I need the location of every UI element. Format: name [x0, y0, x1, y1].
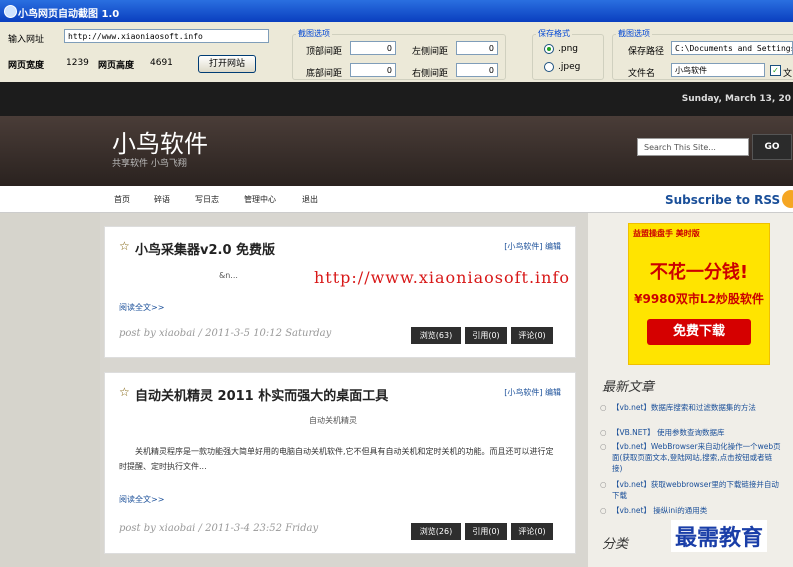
top-margin-input[interactable]: 0 [350, 41, 396, 55]
latest-article-link[interactable]: 【VB.NET】 使用参数查询数据库 [600, 427, 782, 438]
rss-link[interactable]: Subscribe to RSS [665, 193, 780, 207]
window-title-bar: 小鸟网页自动截图 1.0 [0, 0, 793, 22]
width-label: 网页宽度 [8, 61, 45, 71]
jpeg-radio[interactable] [544, 62, 554, 72]
date-bar: Sunday, March 13, 20 [0, 82, 793, 116]
star-icon: ☆ [119, 385, 130, 399]
rss-icon[interactable] [782, 190, 793, 208]
browse-count-button[interactable]: 浏览(26) [411, 523, 461, 540]
ad-download-button[interactable]: 免费下载 [647, 319, 751, 345]
site-nav: 首页 碎语 写日志 管理中心 退出 Subscribe to RSS [0, 186, 793, 213]
ad-headline: 不花一分钱! [649, 262, 749, 283]
top-margin-label: 顶部间距 [306, 47, 343, 57]
checkbox[interactable]: ✓ [770, 65, 781, 76]
post-summary: 自动关机精灵 [309, 416, 357, 425]
jpeg-label: .jpeg [558, 62, 581, 72]
latest-article-link[interactable]: 【vb.net】 操纵ini的通用类 [600, 505, 782, 516]
quote-button[interactable]: 引用(0) [465, 523, 507, 540]
ad-banner[interactable]: 益盟操盘手 美时版 不花一分钱! ¥9980双市L2炒股软件 免费下载 [628, 223, 770, 365]
left-margin-input[interactable]: 0 [456, 41, 498, 55]
save-path-label: 保存路径 [628, 47, 665, 57]
nav-logout[interactable]: 退出 [302, 194, 318, 205]
checkbox-label: 文 [783, 69, 793, 79]
save-group-label: 截图选项 [616, 28, 652, 39]
post-title[interactable]: 自动关机精灵 2011 朴实而强大的桌面工具 [135, 385, 388, 404]
bottom-margin-label: 底部间距 [306, 69, 343, 79]
post-category[interactable]: [小鸟软件] 编辑 [504, 241, 561, 252]
latest-article-link[interactable]: 【vb.net】获取webbrowser里的下载链接并自动下载 [600, 479, 782, 501]
png-radio[interactable] [544, 44, 554, 54]
read-more-link[interactable]: 阅读全文>> [119, 494, 164, 505]
latest-articles-heading: 最新文章 [602, 380, 655, 395]
filename-input[interactable]: 小鸟软件 [671, 63, 765, 77]
site-title[interactable]: 小鸟软件 [112, 124, 208, 159]
browse-count-button[interactable]: 浏览(63) [411, 327, 461, 344]
right-margin-label: 右侧间距 [412, 69, 449, 79]
categories-heading: 分类 [602, 537, 629, 552]
comment-button[interactable]: 评论(0) [511, 327, 553, 344]
site-subtitle: 共享软件 小鸟飞翔 [112, 159, 187, 169]
window-title: 小鸟网页自动截图 1.0 [18, 9, 120, 20]
read-more-link[interactable]: 阅读全文>> [119, 302, 164, 313]
url-label: 输入网址 [8, 35, 45, 45]
format-group [532, 34, 604, 80]
post-summary: &n... [219, 271, 238, 280]
site-search-button[interactable]: GO [752, 134, 792, 160]
site-search-input[interactable]: Search This Site... [637, 138, 749, 156]
sidebar: 益盟操盘手 美时版 不花一分钱! ¥9980双市L2炒股软件 免费下载 最新文章… [588, 213, 793, 567]
post-title[interactable]: 小鸟采集器v2.0 免费版 [135, 239, 275, 258]
save-path-input[interactable]: C:\Documents and Settings\ [671, 41, 793, 55]
png-label: .png [558, 44, 578, 54]
post-body: 关机精灵程序是一款功能强大简单好用的电脑自动关机软件,它不但具有自动关机和定时关… [119, 447, 554, 471]
app-icon [4, 5, 17, 18]
corner-logo: 最需教育 [671, 520, 768, 552]
left-margin-label: 左侧间距 [412, 47, 449, 57]
post-card: ☆ 小鸟采集器v2.0 免费版 [小鸟软件] 编辑 &n... 阅读全文>> p… [104, 226, 576, 358]
url-watermark: http://www.xiaoniaosoft.info [314, 268, 571, 287]
width-value: 1239 [66, 58, 89, 68]
right-margin-input[interactable]: 0 [456, 63, 498, 77]
browser-viewport[interactable]: Sunday, March 13, 20 小鸟软件 共享软件 小鸟飞翔 Sear… [0, 82, 793, 567]
height-label: 网页高度 [98, 61, 135, 71]
site-date: Sunday, March 13, 20 [681, 94, 791, 104]
ad-logo: 益盟操盘手 美时版 [633, 229, 700, 238]
nav-twitter[interactable]: 碎语 [154, 194, 170, 205]
star-icon: ☆ [119, 239, 130, 253]
latest-article-link[interactable]: 【vb.net】WebBrowser来自动化操作一个web页面(获取页面文本,登… [600, 441, 782, 474]
format-group-label: 保存格式 [536, 28, 572, 39]
nav-write[interactable]: 写日志 [195, 194, 219, 205]
left-background [0, 213, 100, 567]
bottom-margin-input[interactable]: 0 [350, 63, 396, 77]
post-card: ☆ 自动关机精灵 2011 朴实而强大的桌面工具 [小鸟软件] 编辑 自动关机精… [104, 372, 576, 554]
nav-admin[interactable]: 管理中心 [244, 194, 276, 205]
tool-panel: 输入网址 http://www.xiaoniaosoft.info 网页宽度 1… [0, 22, 793, 83]
filename-label: 文件名 [628, 69, 656, 79]
post-meta: post by xiaobai / 2011-3-5 10:12 Saturda… [119, 328, 332, 339]
height-value: 4691 [150, 58, 173, 68]
url-input[interactable]: http://www.xiaoniaosoft.info [64, 29, 269, 43]
site-banner: 小鸟软件 共享软件 小鸟飞翔 Search This Site... GO [0, 116, 793, 186]
margins-group-label: 截图选项 [296, 28, 332, 39]
comment-button[interactable]: 评论(0) [511, 523, 553, 540]
ad-price: ¥9980双市L2炒股软件 [634, 292, 764, 306]
open-site-button[interactable]: 打开网站 [198, 55, 256, 73]
nav-home[interactable]: 首页 [114, 194, 130, 205]
post-category[interactable]: [小鸟软件] 编辑 [504, 387, 561, 398]
quote-button[interactable]: 引用(0) [465, 327, 507, 344]
latest-article-link[interactable]: 【vb.net】数据库搜索和过滤数据集的方法 [600, 402, 782, 413]
post-meta: post by xiaobai / 2011-3-4 23:52 Friday [119, 523, 319, 534]
